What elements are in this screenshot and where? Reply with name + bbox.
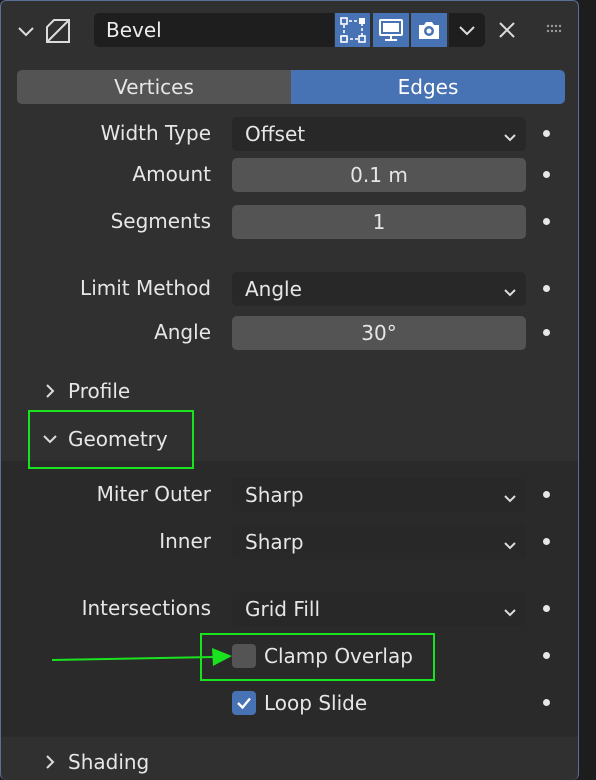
annotation-arrow: [51, 648, 232, 666]
